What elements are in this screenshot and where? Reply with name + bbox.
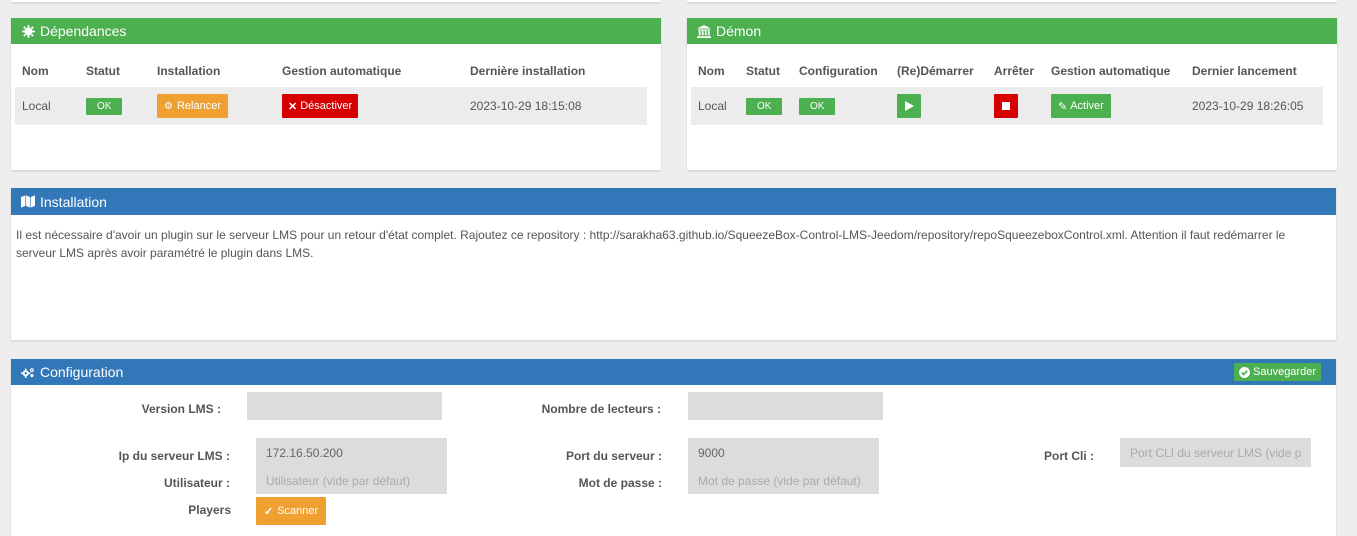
- configuration-panel: Configuration Sauvegarder Version LMS : …: [11, 359, 1336, 536]
- players-label: Players: [188, 503, 231, 517]
- dependencies-panel: Dépendances Nom Statut Installation Gest…: [11, 18, 661, 170]
- stop-button[interactable]: [994, 94, 1018, 118]
- dependencies-table: Nom Statut Installation Gestion automati…: [15, 55, 647, 127]
- header-installation: Installation: [157, 64, 221, 78]
- enable-auto-button[interactable]: ✎ Activer: [1051, 94, 1111, 118]
- check-circle-icon: [1239, 366, 1250, 378]
- table-header-row: Nom Statut Installation Gestion automati…: [15, 55, 647, 87]
- header-nom: Nom: [22, 64, 49, 78]
- installation-header: Installation: [11, 188, 1336, 215]
- daemon-header: Démon: [687, 18, 1337, 44]
- scan-button[interactable]: ✓ Scanner: [256, 497, 327, 525]
- user-label: Utilisateur :: [163, 476, 230, 490]
- bicycle-icon: ⚙: [164, 100, 173, 112]
- magic-wand-icon: ✎: [1058, 100, 1068, 113]
- nb-players-label: Nombre de lecteurs :: [541, 402, 661, 416]
- header-statut: Statut: [746, 64, 780, 78]
- configuration-header: Configuration Sauvegarder: [11, 359, 1336, 385]
- server-port-field[interactable]: [688, 438, 879, 467]
- version-lms-field[interactable]: [247, 392, 442, 420]
- header-derniere-installation: Dernière installation: [470, 64, 586, 78]
- close-icon: ✕: [288, 100, 298, 113]
- header-arreter: Arrêter: [994, 64, 1035, 78]
- save-button[interactable]: Sauvegarder: [1234, 363, 1321, 381]
- status-badge: OK: [746, 97, 783, 115]
- nb-players-field[interactable]: [688, 392, 883, 420]
- daemon-panel: Démon Nom Statut Configuration (Re)Démar…: [687, 18, 1337, 170]
- table-row: Local OK ⚙ Relancer ✕ Désactiver 2023-10…: [15, 87, 647, 125]
- play-icon: [904, 101, 914, 111]
- status-badge: OK: [86, 97, 123, 115]
- header-redemarrer: (Re)Démarrer: [897, 64, 974, 78]
- cli-port-label: Port Cli :: [1044, 449, 1094, 463]
- restart-button[interactable]: [897, 94, 921, 118]
- header-statut: Statut: [86, 64, 120, 78]
- user-field[interactable]: [256, 467, 447, 494]
- relaunch-button[interactable]: ⚙ Relancer: [157, 94, 228, 118]
- gears-icon: [21, 365, 35, 379]
- cli-port-field[interactable]: [1120, 438, 1311, 467]
- table-header-row: Nom Statut Configuration (Re)Démarrer Ar…: [691, 55, 1323, 87]
- installation-instructions: Il est nécessaire d'avoir un plugin sur …: [16, 228, 1286, 260]
- header-nom: Nom: [698, 64, 725, 78]
- bank-icon: [697, 24, 711, 38]
- server-ip-field[interactable]: [256, 438, 447, 467]
- daemon-table: Nom Statut Configuration (Re)Démarrer Ar…: [691, 55, 1323, 127]
- previous-panel-edge-left: [11, 0, 661, 2]
- header-gestion-automatique: Gestion automatique: [1051, 64, 1171, 78]
- header-gestion-automatique: Gestion automatique: [282, 64, 402, 78]
- server-port-label: Port du serveur :: [565, 449, 662, 463]
- check-icon: ✓: [264, 505, 274, 518]
- dependencies-title: Dépendances: [40, 23, 127, 39]
- gear-icon: [21, 24, 35, 38]
- installation-panel: Installation Il est nécessaire d'avoir u…: [11, 188, 1336, 340]
- dependency-name: Local: [22, 99, 51, 113]
- version-lms-label: Version LMS :: [141, 402, 221, 416]
- last-install-date: 2023-10-29 18:15:08: [470, 99, 582, 113]
- table-row: Local OK OK ✎ Activer 2023-10-29 18:26:0…: [691, 87, 1323, 125]
- dependencies-header: Dépendances: [11, 18, 661, 44]
- installation-title: Installation: [40, 193, 107, 210]
- daemon-name: Local: [698, 99, 727, 113]
- previous-panel-edge-right: [687, 0, 1337, 2]
- header-dernier-lancement: Dernier lancement: [1192, 64, 1297, 78]
- password-field[interactable]: [688, 467, 879, 494]
- configuration-title: Configuration: [40, 364, 124, 380]
- header-configuration: Configuration: [799, 64, 878, 78]
- configuration-badge: OK: [799, 97, 836, 115]
- daemon-title: Démon: [716, 23, 762, 39]
- map-icon: [21, 195, 35, 209]
- password-label: Mot de passe :: [578, 476, 662, 490]
- disable-auto-button[interactable]: ✕ Désactiver: [282, 94, 359, 118]
- server-ip-label: Ip du serveur LMS :: [118, 449, 230, 463]
- last-launch-date: 2023-10-29 18:26:05: [1192, 99, 1304, 113]
- stop-icon: [1002, 102, 1010, 110]
